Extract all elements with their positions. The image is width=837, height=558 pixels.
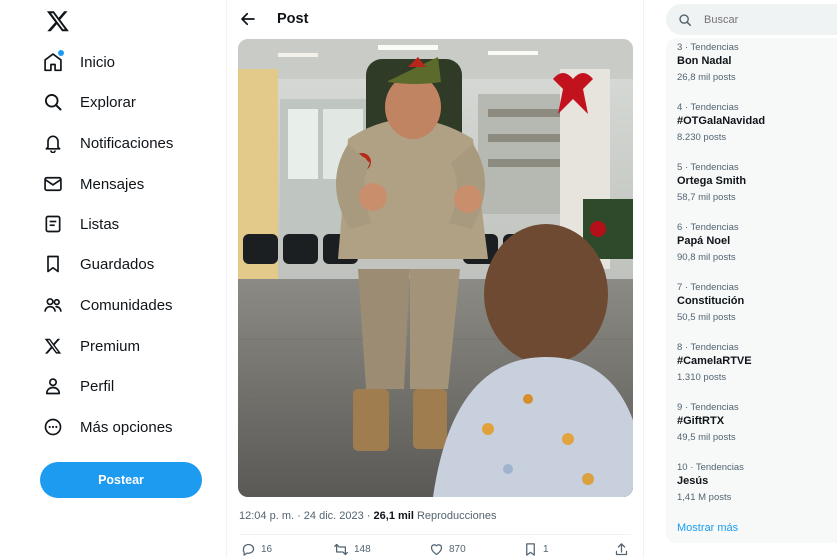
trend-item[interactable]: 7 · Tendencias Constitución 50,5 mil pos… [677, 278, 837, 334]
reply-icon [242, 543, 255, 556]
nav-item-guardados[interactable]: Guardados [40, 246, 154, 282]
trend-item[interactable]: 10 · Tendencias Jesús 1,41 M posts [677, 458, 837, 514]
trend-category: 6 · Tendencias [677, 222, 739, 233]
post-detail-column: Post 12:04 p. m. · 24 dic. 2023 · 26,1 m… [226, 0, 644, 558]
like-count: 870 [449, 544, 466, 555]
trend-name: Bon Nadal [677, 55, 732, 67]
trends-panel: 3 · Tendencias Bon Nadal 26,8 mil posts … [666, 38, 837, 543]
person-icon [40, 373, 66, 399]
nav-item-perfil[interactable]: Perfil [40, 368, 114, 404]
trend-category: 4 · Tendencias [677, 102, 739, 113]
nav-item-listas[interactable]: Listas [40, 206, 119, 242]
nav-label: Notificaciones [80, 134, 174, 152]
x-logo-icon[interactable] [46, 9, 70, 33]
trend-item[interactable]: 8 · Tendencias #CamelaRTVE 1.310 posts [677, 338, 837, 394]
trend-item[interactable]: 5 · Tendencias Ortega Smith 58,7 mil pos… [677, 158, 837, 214]
heart-icon [430, 544, 443, 556]
reply-button[interactable]: 16 [241, 542, 272, 557]
nav-label: Listas [80, 215, 120, 233]
repost-icon [334, 543, 348, 556]
trend-category: 5 · Tendencias [677, 162, 739, 173]
trend-category: 3 · Tendencias [677, 42, 739, 53]
trend-name: Ortega Smith [677, 175, 747, 187]
nav-item-premium[interactable]: Premium [40, 328, 140, 364]
nav-label: Mensajes [80, 175, 145, 193]
nav-label: Guardados [80, 255, 155, 273]
nav-item-notificaciones[interactable]: Notificaciones [40, 125, 173, 161]
trend-count: 1.310 posts [677, 372, 727, 383]
bookmark-icon [526, 543, 535, 556]
x-logo-icon [40, 333, 66, 359]
views-label: Reproducciones [413, 510, 497, 522]
home-icon [40, 49, 66, 75]
nav-label: Más opciones [80, 418, 173, 436]
show-more-link[interactable]: Mostrar más [677, 522, 738, 534]
nav-label: Comunidades [80, 296, 173, 314]
people-icon [40, 292, 66, 318]
trend-item[interactable]: 9 · Tendencias #GiftRTX 49,5 mil posts [677, 398, 837, 454]
divider [239, 534, 631, 535]
trend-name: #GiftRTX [677, 415, 725, 427]
search-box[interactable] [666, 4, 837, 35]
list-icon [40, 211, 66, 237]
search-icon [40, 89, 66, 115]
nav-item-comunidades[interactable]: Comunidades [40, 287, 173, 323]
notification-dot [58, 50, 64, 56]
photo-scene [238, 39, 633, 497]
nav-item-mensajes[interactable]: Mensajes [40, 166, 144, 202]
trend-item[interactable]: 6 · Tendencias Papá Noel 90,8 mil posts [677, 218, 837, 274]
trend-count: 90,8 mil posts [677, 252, 736, 263]
nav-item-mas-opciones[interactable]: Más opciones [40, 409, 173, 445]
left-sidebar: Inicio Explorar Notificaciones Mensajes … [0, 0, 226, 558]
trend-count: 1,41 M posts [677, 492, 732, 503]
reply-count: 16 [261, 544, 273, 555]
repost-count: 148 [354, 544, 371, 555]
nav-label: Explorar [80, 93, 136, 111]
envelope-icon [40, 171, 66, 197]
like-button[interactable]: 870 [429, 542, 466, 557]
nav-label: Perfil [80, 377, 115, 395]
share-button[interactable] [614, 542, 629, 557]
trend-count: 50,5 mil posts [677, 312, 736, 323]
post-button[interactable]: Postear [40, 462, 202, 498]
search-input[interactable] [704, 13, 824, 26]
trend-name: #OTGalaNavidad [677, 115, 766, 127]
trend-category: 9 · Tendencias [677, 402, 739, 413]
bell-icon [40, 130, 66, 156]
post-meta: 12:04 p. m. · 24 dic. 2023 · 26,1 mil Re… [239, 510, 496, 522]
nav-label: Inicio [80, 53, 116, 71]
nav-label: Premium [80, 337, 141, 355]
views-count: 26,1 mil [373, 510, 414, 522]
trend-item[interactable]: 4 · Tendencias #OTGalaNavidad 8.230 post… [677, 98, 837, 154]
trend-name: Papá Noel [677, 235, 731, 247]
trend-name: Jesús [677, 475, 709, 487]
more-circle-icon [40, 414, 66, 440]
post-photo[interactable] [238, 39, 633, 497]
post-timestamp[interactable]: 12:04 p. m. · 24 dic. 2023 · [239, 510, 374, 522]
trend-category: 8 · Tendencias [677, 342, 739, 353]
trend-count: 58,7 mil posts [677, 192, 736, 203]
trend-count: 26,8 mil posts [677, 72, 736, 83]
bookmark-button[interactable]: 1 [523, 542, 549, 557]
trend-item[interactable]: 3 · Tendencias Bon Nadal 26,8 mil posts [677, 38, 837, 94]
page-title: Post [277, 11, 309, 27]
bookmark-count: 1 [543, 544, 549, 555]
post-header: Post [227, 0, 643, 38]
nav-item-inicio[interactable]: Inicio [40, 44, 115, 80]
right-sidebar: 3 · Tendencias Bon Nadal 26,8 mil posts … [644, 0, 837, 558]
nav-item-explorar[interactable]: Explorar [40, 84, 136, 120]
trend-name: #CamelaRTVE [677, 355, 752, 367]
repost-button[interactable]: 148 [333, 542, 371, 557]
trend-count: 8.230 posts [677, 132, 727, 143]
bookmark-icon [40, 251, 66, 277]
trend-category: 7 · Tendencias [677, 282, 739, 293]
post-actions: 16 148 870 1 [239, 540, 631, 558]
trend-name: Constitución [677, 295, 745, 307]
share-icon [615, 543, 628, 556]
trend-count: 49,5 mil posts [677, 432, 736, 443]
back-arrow-icon[interactable] [239, 10, 257, 28]
trend-category: 10 · Tendencias [677, 462, 744, 473]
search-icon [679, 13, 692, 26]
